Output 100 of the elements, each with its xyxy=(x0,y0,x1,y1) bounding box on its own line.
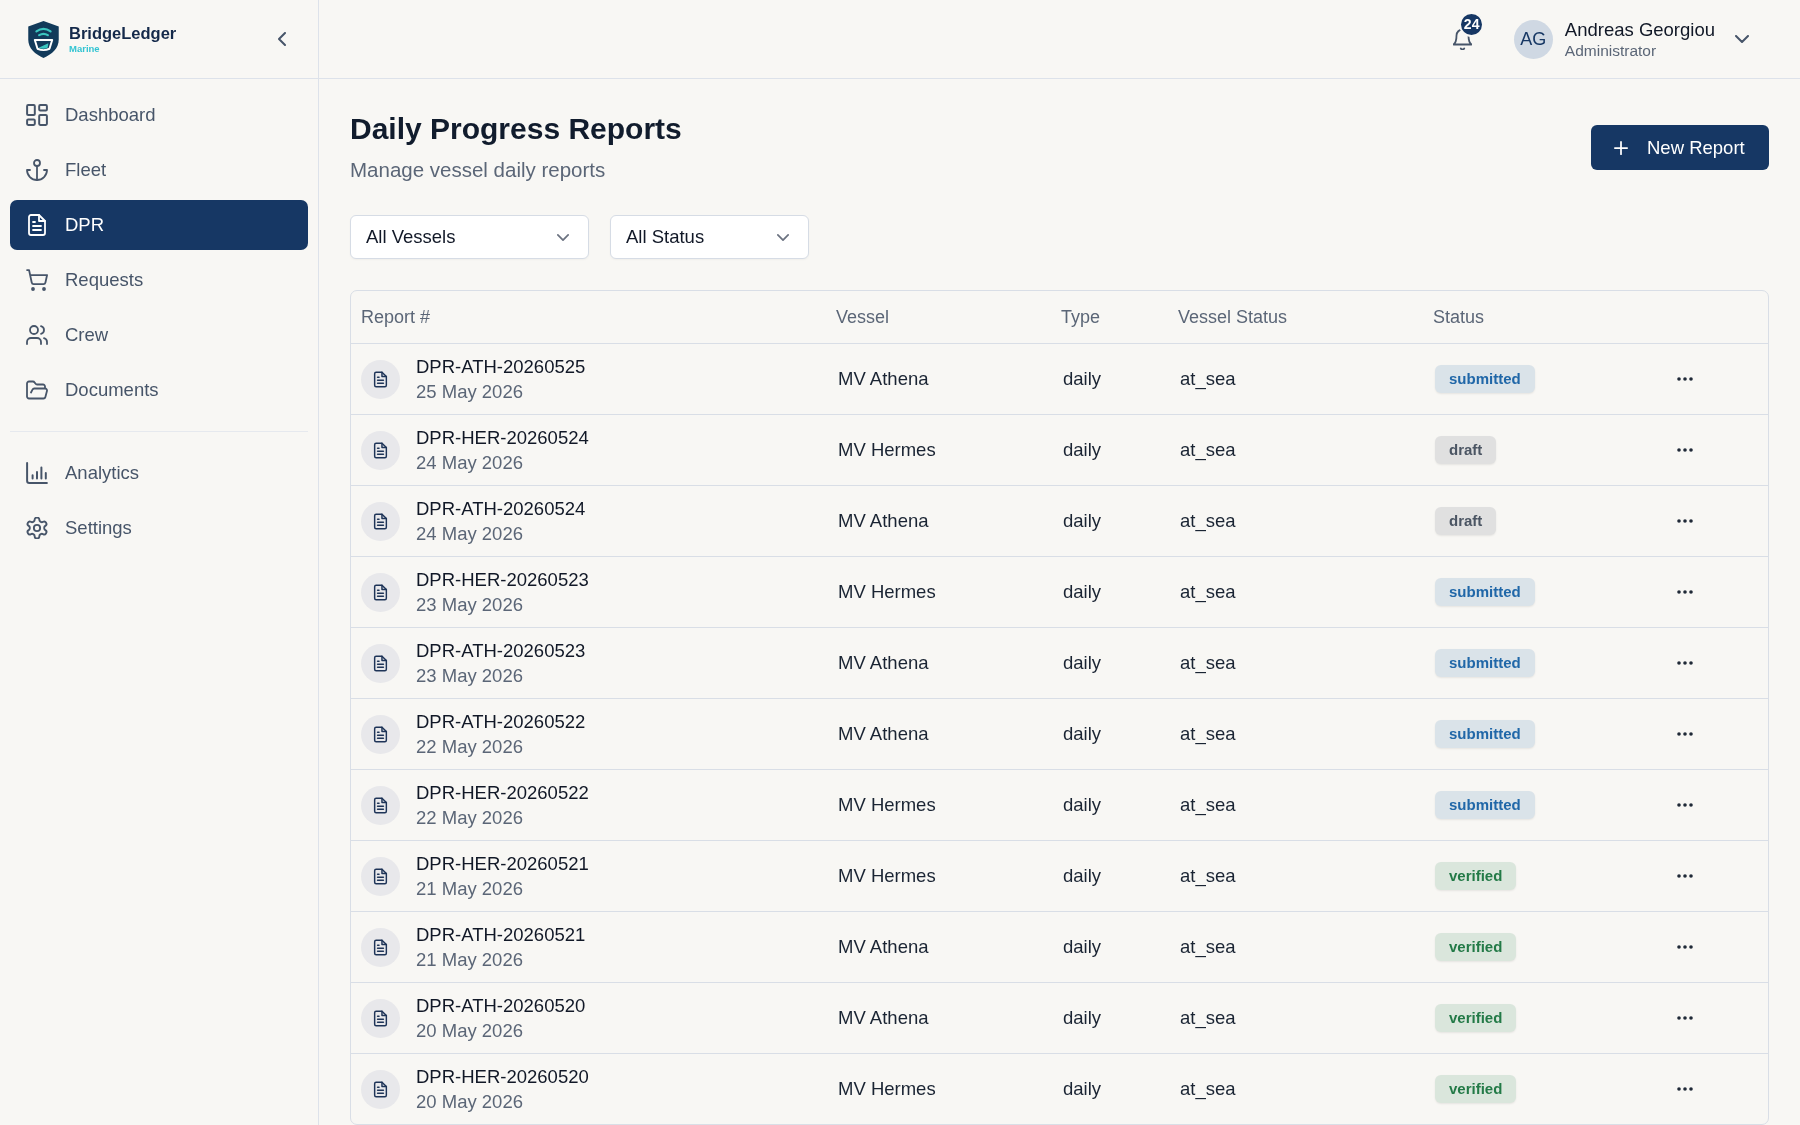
status-badge: submitted xyxy=(1435,365,1535,393)
document-icon xyxy=(361,572,400,612)
report-type: daily xyxy=(1063,723,1102,745)
vessel-name: MV Athena xyxy=(838,936,929,958)
vessel-name: MV Hermes xyxy=(838,581,936,603)
report-type: daily xyxy=(1063,936,1102,958)
status-badge: verified xyxy=(1435,1004,1517,1032)
more-icon[interactable] xyxy=(1677,874,1693,878)
document-icon xyxy=(361,430,400,470)
anchor-icon xyxy=(26,159,48,181)
brand-tagline: Marine xyxy=(69,42,101,55)
grid-icon xyxy=(26,104,48,126)
chevron-down-icon xyxy=(777,233,789,241)
bar-chart-icon xyxy=(26,462,48,484)
vessel-name: MV Hermes xyxy=(838,865,936,887)
report-date: 21 May 2026 xyxy=(416,877,524,901)
report-date: 25 May 2026 xyxy=(416,380,524,404)
status-badge: verified xyxy=(1435,862,1517,890)
more-icon[interactable] xyxy=(1677,590,1693,594)
vessel-status: at_sea xyxy=(1180,368,1236,390)
report-id[interactable]: DPR-ATH-20260520 xyxy=(416,993,586,1018)
page-title: Daily Progress Reports xyxy=(350,111,682,147)
more-icon[interactable] xyxy=(1677,519,1693,523)
report-id[interactable]: DPR-HER-20260521 xyxy=(416,851,589,876)
report-id[interactable]: DPR-ATH-20260521 xyxy=(416,922,586,947)
document-icon xyxy=(361,1069,400,1109)
report-date: 22 May 2026 xyxy=(416,806,524,830)
vessel-name: MV Athena xyxy=(838,652,929,674)
report-id[interactable]: DPR-HER-20260522 xyxy=(416,780,589,805)
chevron-down-icon[interactable] xyxy=(1735,35,1749,43)
more-icon[interactable] xyxy=(1677,945,1693,949)
status-badge: verified xyxy=(1435,1075,1517,1103)
more-icon[interactable] xyxy=(1677,803,1693,807)
report-id[interactable]: DPR-ATH-20260525 xyxy=(416,354,586,379)
notification-count-badge: 24 xyxy=(1458,11,1485,37)
chevron-left-icon[interactable] xyxy=(278,32,286,46)
chevron-down-icon xyxy=(557,233,569,241)
vessel-status: at_sea xyxy=(1180,652,1236,674)
more-icon[interactable] xyxy=(1677,1087,1693,1091)
report-date: 24 May 2026 xyxy=(416,522,524,546)
report-id[interactable]: DPR-ATH-20260522 xyxy=(416,709,586,734)
vessel-name: MV Hermes xyxy=(838,794,936,816)
nav-item[interactable]: Analytics xyxy=(10,448,308,498)
nav-item[interactable]: Fleet xyxy=(10,145,308,195)
vessel-name: MV Hermes xyxy=(838,1078,936,1100)
filter-dropdown[interactable]: All Vessels xyxy=(350,215,589,259)
user-avatar[interactable]: AG xyxy=(1513,19,1553,59)
more-icon[interactable] xyxy=(1677,732,1693,736)
column-header: Vessel Status xyxy=(1177,306,1289,328)
report-date: 20 May 2026 xyxy=(416,1090,524,1114)
new-report-button[interactable]: New Report xyxy=(1591,125,1769,170)
nav-item[interactable]: Crew xyxy=(10,310,308,360)
vessel-name: MV Hermes xyxy=(838,439,936,461)
report-date: 20 May 2026 xyxy=(416,1019,524,1043)
status-badge: submitted xyxy=(1435,578,1535,606)
column-header: Status xyxy=(1432,306,1486,328)
vessel-name: MV Athena xyxy=(838,368,929,390)
status-badge: draft xyxy=(1435,507,1497,535)
vessel-status: at_sea xyxy=(1180,723,1236,745)
status-badge: verified xyxy=(1435,933,1517,961)
report-type: daily xyxy=(1063,439,1102,461)
more-icon[interactable] xyxy=(1677,1016,1693,1020)
report-id[interactable]: DPR-ATH-20260524 xyxy=(416,496,586,521)
vessel-status: at_sea xyxy=(1180,439,1236,461)
status-badge: draft xyxy=(1435,436,1497,464)
vessel-status: at_sea xyxy=(1180,581,1236,603)
shield-logo-icon xyxy=(28,20,59,58)
report-id[interactable]: DPR-ATH-20260523 xyxy=(416,638,586,663)
more-icon[interactable] xyxy=(1677,448,1693,452)
report-date: 23 May 2026 xyxy=(416,593,524,617)
nav-item[interactable]: DPR xyxy=(10,200,308,250)
document-icon xyxy=(361,785,400,825)
nav-item[interactable]: Settings xyxy=(10,503,308,553)
vessel-status: at_sea xyxy=(1180,1078,1236,1100)
document-icon xyxy=(361,927,400,967)
filter-dropdown[interactable]: All Status xyxy=(610,215,809,259)
vessel-status: at_sea xyxy=(1180,1007,1236,1029)
brand-name: BridgeLedger xyxy=(69,23,178,43)
nav-item[interactable]: Requests xyxy=(10,255,308,305)
user-name: Andreas Georgiou xyxy=(1564,18,1715,41)
report-id[interactable]: DPR-HER-20260524 xyxy=(416,425,589,450)
nav-item[interactable]: Dashboard xyxy=(10,90,308,140)
report-date: 23 May 2026 xyxy=(416,664,524,688)
settings-icon xyxy=(26,517,48,539)
document-icon xyxy=(361,643,400,683)
document-icon xyxy=(361,501,400,541)
vessel-status: at_sea xyxy=(1180,794,1236,816)
report-date: 21 May 2026 xyxy=(416,948,524,972)
document-icon xyxy=(361,714,400,754)
document-icon xyxy=(361,856,400,896)
page-subtitle: Manage vessel daily reports xyxy=(350,157,607,183)
document-icon xyxy=(26,214,48,236)
nav-item[interactable]: Documents xyxy=(10,365,308,415)
report-type: daily xyxy=(1063,510,1102,532)
more-icon[interactable] xyxy=(1677,661,1693,665)
report-id[interactable]: DPR-HER-20260520 xyxy=(416,1064,589,1089)
more-icon[interactable] xyxy=(1677,377,1693,381)
vessel-name: MV Athena xyxy=(838,510,929,532)
report-type: daily xyxy=(1063,652,1102,674)
report-id[interactable]: DPR-HER-20260523 xyxy=(416,567,589,592)
